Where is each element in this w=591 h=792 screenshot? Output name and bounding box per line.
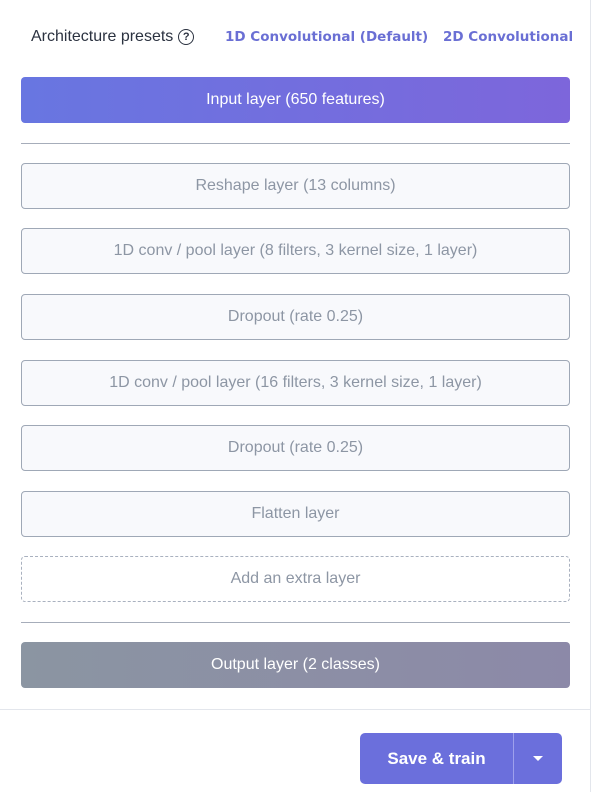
save-train-button[interactable]: Save & train (360, 733, 513, 784)
divider-top (21, 143, 570, 144)
layer-dropout-2[interactable]: Dropout (rate 0.25) (21, 425, 570, 471)
layer-conv1d-1[interactable]: 1D conv / pool layer (8 filters, 3 kerne… (21, 228, 570, 274)
footer-divider (0, 709, 590, 710)
layer-flatten[interactable]: Flatten layer (21, 491, 570, 537)
save-options-dropdown-button[interactable] (514, 733, 562, 784)
add-extra-layer-button[interactable]: Add an extra layer (21, 556, 570, 602)
save-train-button-group: Save & train (360, 733, 562, 784)
output-layer[interactable]: Output layer (2 classes) (21, 642, 570, 688)
presets-title: Architecture presets ? (31, 28, 195, 46)
presets-title-label: Architecture presets (31, 28, 174, 45)
caret-down-icon (533, 756, 543, 761)
layer-conv1d-2[interactable]: 1D conv / pool layer (16 filters, 3 kern… (21, 360, 570, 406)
preset-1d-convolutional[interactable]: 1D Convolutional (Default) (225, 29, 428, 45)
preset-2d-convolutional[interactable]: 2D Convolutional (443, 29, 573, 45)
divider-bottom (21, 622, 570, 623)
help-circle-icon[interactable]: ? (178, 29, 195, 45)
architecture-presets-bar: Architecture presets ? 1D Convolutional … (31, 26, 573, 48)
input-layer[interactable]: Input layer (650 features) (21, 77, 570, 123)
layer-reshape[interactable]: Reshape layer (13 columns) (21, 163, 570, 209)
layer-dropout-1[interactable]: Dropout (rate 0.25) (21, 294, 570, 340)
